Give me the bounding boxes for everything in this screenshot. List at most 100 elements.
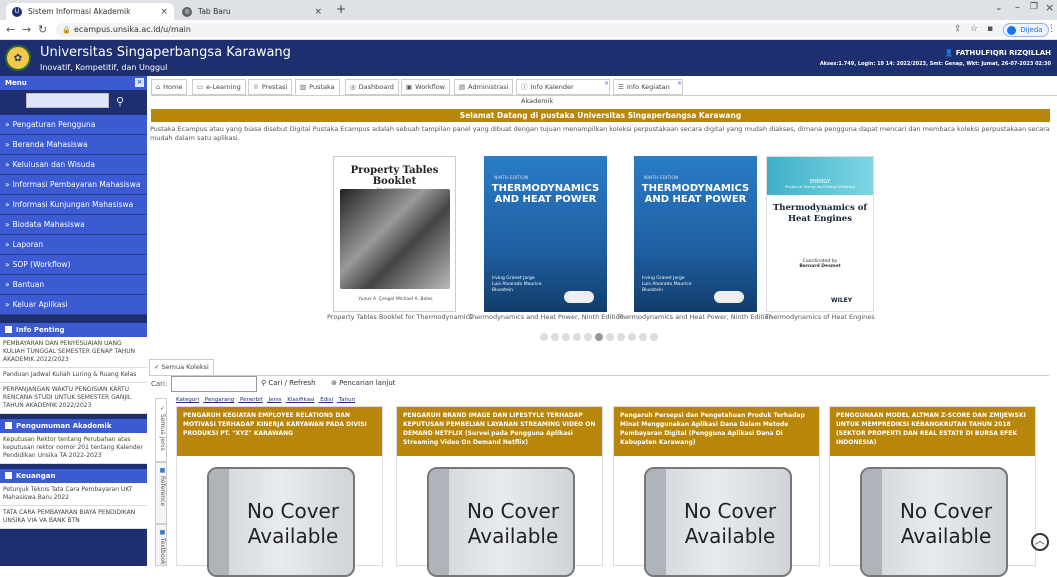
vtab-reference[interactable]: ■ Reference <box>155 462 167 524</box>
tab-prestasi[interactable]: ♕ Prestasi <box>248 79 293 95</box>
tab-kalender[interactable]: ⓘ Info Kalender Akademik × <box>516 77 610 105</box>
card-title[interactable]: PENGARUH KEGIATAN EMPLOYEE RELATIONS DAN… <box>177 407 382 456</box>
tab-home[interactable]: ⌂ Home <box>151 79 188 95</box>
collection-card[interactable]: PENGARUH KEGIATAN EMPLOYEE RELATIONS DAN… <box>176 406 383 577</box>
new-tab-button[interactable]: + <box>336 2 346 16</box>
sidebar-item-pembayaran[interactable]: » Informasi Pembayaran Mahasiswa <box>0 175 147 195</box>
close-tab-icon[interactable]: × <box>604 77 609 91</box>
info-link[interactable]: Panduan Jadwal Kuliah Luring & Ruang Kel… <box>0 368 147 383</box>
tab-kegiatan[interactable]: ☰ Info Kegiatan × <box>613 79 683 95</box>
sidebar-item-bantuan[interactable]: » Bantuan <box>0 275 147 295</box>
browser-tab-active[interactable]: U Sistem Informasi Akademik × <box>6 3 174 20</box>
info-link[interactable]: PEMBAYARAN DAN PENYESUAIAN UANG KULIAH T… <box>0 337 147 368</box>
tab-dashboard[interactable]: ◎ Dashboard <box>345 79 399 95</box>
sidebar-item-biodata[interactable]: » Biodata Mahasiswa <box>0 215 147 235</box>
filter-jenis[interactable]: Jenis <box>269 397 282 403</box>
tab-workflow[interactable]: ▣ Workflow <box>401 79 451 95</box>
sidebar-item-beranda[interactable]: » Beranda Mahasiswa <box>0 135 147 155</box>
url-bar[interactable]: 🔒 ecampus.unsika.ac.id/u/main <box>56 23 1006 37</box>
carousel-dot[interactable] <box>639 333 647 341</box>
filter-penerbit[interactable]: Penerbit <box>240 397 263 403</box>
carousel-dot[interactable] <box>606 333 614 341</box>
chevron-right-icon: » <box>5 200 10 209</box>
sidebar-item-kelulusan[interactable]: » Kelulusan dan Wisuda <box>0 155 147 175</box>
book-caption[interactable]: Thermodynamics and Heat Power, Ninth Edi… <box>468 313 624 321</box>
book-cover[interactable]: ENERGY Physics of Energy and Energy Effi… <box>766 156 874 312</box>
carousel-dot[interactable] <box>617 333 625 341</box>
no-cover-text: No Cover Available <box>466 499 560 548</box>
vtab-textbook[interactable]: ■ Textbook <box>155 524 167 566</box>
sidebar-item-laporan[interactable]: » Laporan <box>0 235 147 255</box>
filter-pengarang[interactable]: Pengarang <box>205 397 234 403</box>
info-link[interactable]: PERPANJANGAN WAKTU PENGISIAN KARTU RENCA… <box>0 383 147 414</box>
bookmark-star-icon[interactable]: ☆ <box>970 24 978 34</box>
profile-label: Dijeda <box>1020 26 1043 34</box>
tab-label: Pustaka <box>309 83 335 91</box>
card-title[interactable]: PENGGUNAAN MODEL ALTMAN Z-SCORE DAN ZMIJ… <box>830 407 1035 456</box>
profile-button[interactable]: Dijeda <box>1003 23 1049 37</box>
sidepanel-icon[interactable]: ▪ <box>987 24 993 34</box>
tab-semua-koleksi[interactable]: ✓ Semua Koleksi <box>149 359 214 375</box>
tab-elearning[interactable]: ▭ e-Learning <box>192 79 246 95</box>
book-caption[interactable]: Property Tables Booklet for Thermodynami… <box>327 313 473 321</box>
reload-icon[interactable]: ↻ <box>38 23 47 36</box>
info-link[interactable]: Petunjuk Teknis Tata Cara Pembayaran UKT… <box>0 483 147 506</box>
filter-tahun[interactable]: Tahun <box>339 397 355 403</box>
carousel-dot[interactable] <box>628 333 636 341</box>
info-link[interactable]: Keputusan Rektor tentang Perubahan atas … <box>0 433 147 464</box>
book-cover[interactable]: NINTH EDITION THERMODYNAMICS AND HEAT PO… <box>484 156 607 312</box>
carousel-dot[interactable] <box>562 333 570 341</box>
carousel-dot[interactable] <box>540 333 548 341</box>
share-icon[interactable]: ⇪ <box>954 24 962 34</box>
carousel-dot[interactable] <box>650 333 658 341</box>
close-window-icon[interactable]: × <box>1045 1 1054 14</box>
sidebar-item-sop[interactable]: » SOP (Workflow) <box>0 255 147 275</box>
check-icon: ✓ <box>154 363 162 371</box>
close-tab-icon[interactable]: × <box>677 77 682 91</box>
cover-title: Property Tables Booklet <box>350 165 439 187</box>
card-title[interactable]: PENGARUH BRAND IMAGE DAN LIFESTYLE TERHA… <box>397 407 602 456</box>
forward-icon[interactable]: → <box>22 23 31 36</box>
scroll-to-top-button[interactable]: ︿ <box>1031 533 1049 551</box>
close-tab-icon[interactable]: × <box>314 7 322 17</box>
sidebar-item-pengaturan[interactable]: » Pengaturan Pengguna <box>0 115 147 135</box>
tab-pustaka[interactable]: ▥ Pustaka <box>295 79 340 95</box>
user-name[interactable]: 👤 FATHULFIQRI RIZQILLAH <box>945 49 1051 57</box>
sidebar-item-keluar[interactable]: » Keluar Aplikasi <box>0 295 147 315</box>
info-link[interactable]: TATA CARA PEMBAYARAN BIAYA PENDIDIKAN UN… <box>0 506 147 529</box>
carousel-dot[interactable] <box>573 333 581 341</box>
sidebar-search-input[interactable] <box>26 93 109 108</box>
filter-kategori[interactable]: Kategori <box>176 397 199 403</box>
sidebar-item-kunjungan[interactable]: » Informasi Kunjungan Mahasiswa <box>0 195 147 215</box>
carousel-dot[interactable] <box>584 333 592 341</box>
close-tab-icon[interactable]: × <box>160 7 168 17</box>
book-caption[interactable]: Thermodynamics of Heat Engines <box>765 313 875 321</box>
tab-search-icon[interactable]: ⌄ <box>995 3 1003 13</box>
filter-edisi[interactable]: Edisi <box>320 397 333 403</box>
kebab-menu-icon[interactable]: ⋮ <box>1047 24 1056 34</box>
collection-search-input[interactable] <box>171 376 257 392</box>
collection-card[interactable]: PENGGUNAAN MODEL ALTMAN Z-SCORE DAN ZMIJ… <box>829 406 1036 577</box>
card-title[interactable]: Pengaruh Persepsi dan Pengetahuan Produk… <box>614 407 819 456</box>
book-cover[interactable]: NINTH EDITION THERMODYNAMICS AND HEAT PO… <box>634 156 757 312</box>
tab-label: Dashboard <box>358 83 394 91</box>
carousel-dot[interactable] <box>551 333 559 341</box>
sidebar-search-icon[interactable]: ⚲ <box>116 95 124 108</box>
collection-card[interactable]: Pengaruh Persepsi dan Pengetahuan Produk… <box>613 406 820 577</box>
advanced-search-button[interactable]: ⊚ Pencarian lanjut <box>331 379 396 387</box>
carousel-dot[interactable] <box>595 333 603 341</box>
back-icon[interactable]: ← <box>6 23 15 36</box>
maximize-icon[interactable]: ❐ <box>1030 2 1038 12</box>
filter-klasifikasi[interactable]: Klasifikasi <box>287 397 314 403</box>
carousel-dots <box>540 333 661 341</box>
book-caption[interactable]: Thermodynamics and Heat Power, Ninth Edi… <box>617 313 773 321</box>
book-cover[interactable]: Property Tables Booklet to accompany Yun… <box>333 156 456 312</box>
tab-administrasi[interactable]: ▤ Administrasi <box>454 79 514 95</box>
browser-tab[interactable]: ◎ Tab Baru × <box>176 3 328 20</box>
vtab-semua-jenis[interactable]: ✓ Semua Jenis <box>155 398 167 462</box>
search-refresh-button[interactable]: ⚲ Cari / Refresh <box>261 379 316 387</box>
pengumuman-box: Pengumuman Akademik Keputusan Rektor ten… <box>0 419 147 464</box>
collection-card[interactable]: PENGARUH BRAND IMAGE DAN LIFESTYLE TERHA… <box>396 406 603 577</box>
collapse-menu-icon[interactable]: × <box>135 78 144 87</box>
minimize-icon[interactable]: – <box>1015 2 1020 13</box>
